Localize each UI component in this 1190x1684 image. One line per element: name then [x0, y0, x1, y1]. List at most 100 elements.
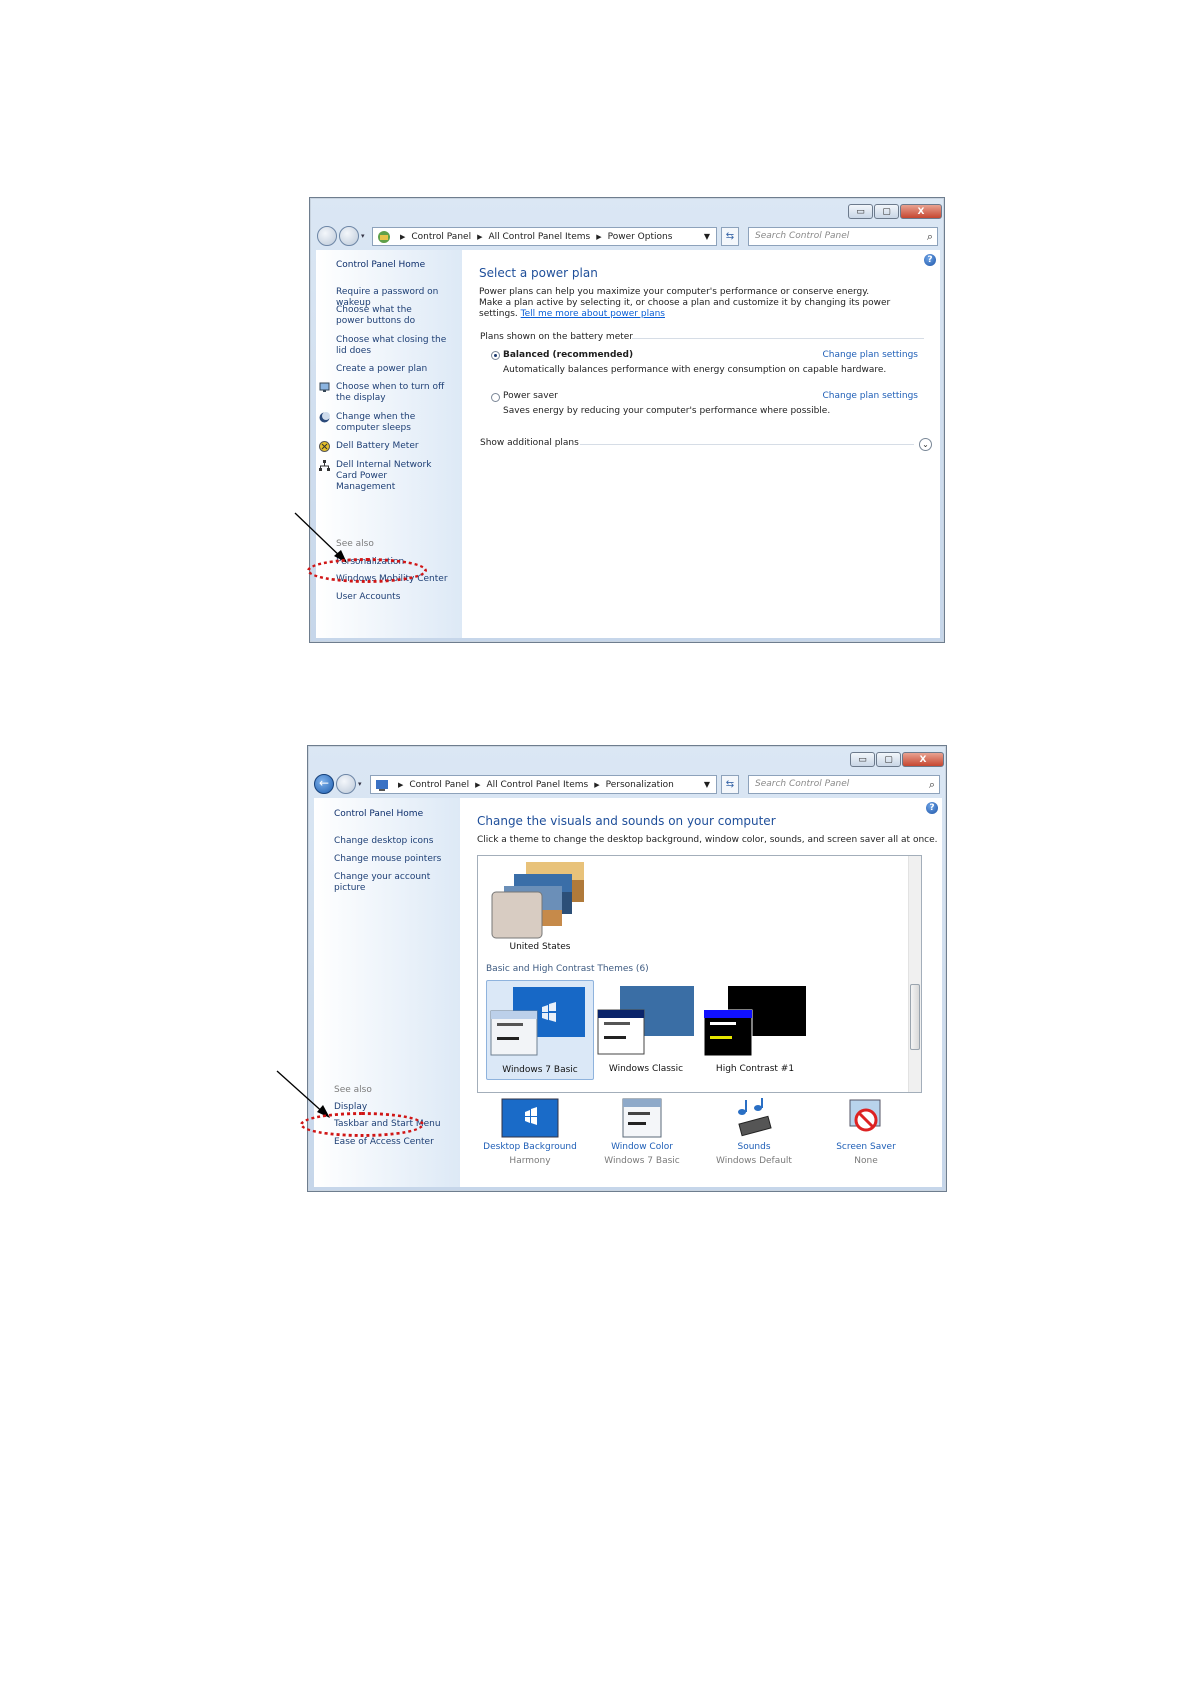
search-input[interactable]: Search Control Panel ⌕ [748, 775, 940, 794]
sidebar-item-computer-sleeps[interactable]: Change when the computer sleeps [336, 412, 456, 434]
screen-saver-label[interactable]: Screen Saver [816, 1142, 916, 1152]
power-saver-radio[interactable] [491, 393, 500, 402]
plan-balanced-desc: Automatically balances performance with … [503, 365, 887, 375]
desktop-background-item[interactable]: Desktop Background Harmony [480, 1098, 580, 1166]
theme-label-high-contrast-1: High Contrast #1 [715, 1064, 795, 1074]
theme-list[interactable]: United States Basic and High Contrast Th… [477, 855, 922, 1093]
chevron-right-icon[interactable]: ▶ [475, 781, 480, 789]
forward-button[interactable] [339, 226, 359, 246]
theme-label-windows7-basic: Windows 7 Basic [502, 1065, 578, 1075]
sidebar-item-battery-meter[interactable]: Dell Battery Meter [336, 441, 458, 452]
sidebar-item-turn-off-display[interactable]: Choose when to turn off the display [336, 382, 456, 404]
help-icon[interactable]: ? [924, 254, 936, 266]
scrollbar-thumb[interactable] [910, 984, 920, 1050]
breadcrumb-personalization[interactable]: Personalization [606, 780, 674, 790]
show-additional-plans[interactable]: Show additional plans [480, 438, 579, 449]
address-dropdown-icon[interactable]: ▼ [704, 780, 710, 789]
breadcrumb-control-panel[interactable]: Control Panel [409, 780, 469, 790]
change-plan-settings-saver[interactable]: Change plan settings [822, 391, 918, 402]
chevron-right-icon[interactable]: ▶ [596, 233, 601, 241]
screen-saver-icon [849, 1099, 881, 1132]
battery-meter-icon [319, 441, 330, 452]
annotation-arrow-1 [294, 512, 347, 563]
breadcrumb-power-options[interactable]: Power Options [608, 232, 673, 242]
screen-saver-item[interactable]: Screen Saver None [816, 1098, 916, 1166]
sidebar-item-desktop-icons[interactable]: Change desktop icons [334, 836, 456, 847]
sidebar-item-power-buttons[interactable]: Choose what the power buttons do [336, 305, 441, 327]
desktop-background-value: Harmony [509, 1156, 551, 1166]
address-bar[interactable]: ▶ Control Panel ▶ All Control Panel Item… [370, 775, 717, 794]
navigation-bar: ← ▾ ▶ Control Panel ▶ All Control Panel … [308, 772, 946, 798]
window-color-value: Windows 7 Basic [604, 1156, 680, 1166]
search-icon[interactable]: ⌕ [927, 228, 933, 245]
see-also-ease-of-access[interactable]: Ease of Access Center [334, 1137, 456, 1148]
balanced-radio[interactable] [491, 351, 500, 360]
annotation-arrow-2 [276, 1070, 330, 1118]
chevron-right-icon[interactable]: ▶ [477, 233, 482, 241]
sounds-item[interactable]: Sounds Windows Default [704, 1098, 804, 1166]
minimize-button[interactable]: ▭ [850, 752, 875, 767]
theme-tile-windows-classic[interactable]: Windows Classic [594, 980, 698, 1080]
theme-preview-high-contrast-1 [703, 986, 806, 1057]
network-icon [319, 460, 330, 471]
back-button[interactable]: ← [314, 774, 334, 794]
plan-power-saver-desc: Saves energy by reducing your computer's… [503, 406, 831, 416]
breadcrumb-control-panel[interactable]: Control Panel [411, 232, 471, 242]
close-button[interactable]: X [902, 752, 944, 767]
theme-preview-windows-classic [597, 986, 694, 1055]
maximize-button[interactable]: ▢ [876, 752, 901, 767]
sidebar-control-panel-home[interactable]: Control Panel Home [334, 809, 456, 820]
address-dropdown-icon[interactable]: ▼ [704, 232, 710, 241]
close-button[interactable]: X [900, 204, 942, 219]
refresh-button[interactable]: ⇆ [721, 775, 739, 794]
search-input[interactable]: Search Control Panel ⌕ [748, 227, 938, 246]
moon-shield-icon [319, 412, 330, 423]
chevron-right-icon: ▶ [400, 232, 406, 241]
theme-preview-windows7-basic [490, 987, 585, 1056]
window-color-label[interactable]: Window Color [592, 1142, 692, 1152]
chevron-right-icon: ▶ [398, 780, 404, 789]
control-panel-icon [378, 230, 390, 243]
breadcrumb-all-items[interactable]: All Control Panel Items [486, 780, 588, 790]
address-bar[interactable]: ▶ Control Panel ▶ All Control Panel Item… [372, 227, 717, 246]
see-also-label: See also [334, 1085, 372, 1095]
theme-list-scrollbar[interactable] [908, 856, 921, 1092]
plan-balanced-name[interactable]: Balanced (recommended) [503, 350, 633, 361]
recent-pages-dropdown[interactable]: ▾ [358, 780, 362, 788]
recent-pages-dropdown[interactable]: ▾ [361, 232, 365, 240]
sidebar-item-mouse-pointers[interactable]: Change mouse pointers [334, 854, 456, 865]
theme-label-windows-classic: Windows Classic [608, 1064, 684, 1074]
theme-tile-high-contrast-1[interactable]: High Contrast #1 [700, 980, 810, 1080]
desktop-background-label[interactable]: Desktop Background [480, 1142, 580, 1152]
theme-label-united-states: United States [509, 942, 571, 952]
sidebar-item-create-plan[interactable]: Create a power plan [336, 364, 458, 375]
theme-tile-united-states[interactable]: United States [490, 860, 590, 952]
page-title: Select a power plan [479, 266, 598, 280]
minimize-button[interactable]: ▭ [848, 204, 873, 219]
title-bar: ▭ ▢ X [308, 746, 946, 772]
plan-power-saver-name[interactable]: Power saver [503, 391, 558, 402]
sounds-label[interactable]: Sounds [704, 1142, 804, 1152]
screen-saver-value: None [854, 1156, 878, 1166]
window-color-item[interactable]: Window Color Windows 7 Basic [592, 1098, 692, 1166]
intro-text: Click a theme to change the desktop back… [477, 835, 938, 845]
title-bar: ▭ ▢ X [310, 198, 944, 224]
see-also-user-accounts[interactable]: User Accounts [336, 592, 458, 603]
breadcrumb-all-items[interactable]: All Control Panel Items [488, 232, 590, 242]
tell-me-more-link[interactable]: Tell me more about power plans [521, 309, 665, 319]
help-icon[interactable]: ? [926, 802, 938, 814]
chevron-right-icon[interactable]: ▶ [594, 781, 599, 789]
refresh-button[interactable]: ⇆ [721, 227, 739, 246]
maximize-button[interactable]: ▢ [874, 204, 899, 219]
search-icon[interactable]: ⌕ [929, 776, 935, 793]
sidebar-item-account-picture[interactable]: Change your account picture [334, 872, 464, 894]
theme-tile-windows7-basic[interactable]: Windows 7 Basic [486, 980, 594, 1080]
main-content: ? Select a power plan Power plans can he… [462, 250, 940, 638]
sidebar-item-closing-lid[interactable]: Choose what closing the lid does [336, 335, 456, 357]
sidebar-control-panel-home[interactable]: Control Panel Home [336, 260, 458, 271]
back-button[interactable] [317, 226, 337, 246]
sidebar-item-network-card-power[interactable]: Dell Internal Network Card Power Managem… [336, 460, 446, 493]
forward-button[interactable] [336, 774, 356, 794]
change-plan-settings-balanced[interactable]: Change plan settings [822, 350, 918, 361]
expand-chevron-icon[interactable]: ⌄ [919, 438, 932, 451]
